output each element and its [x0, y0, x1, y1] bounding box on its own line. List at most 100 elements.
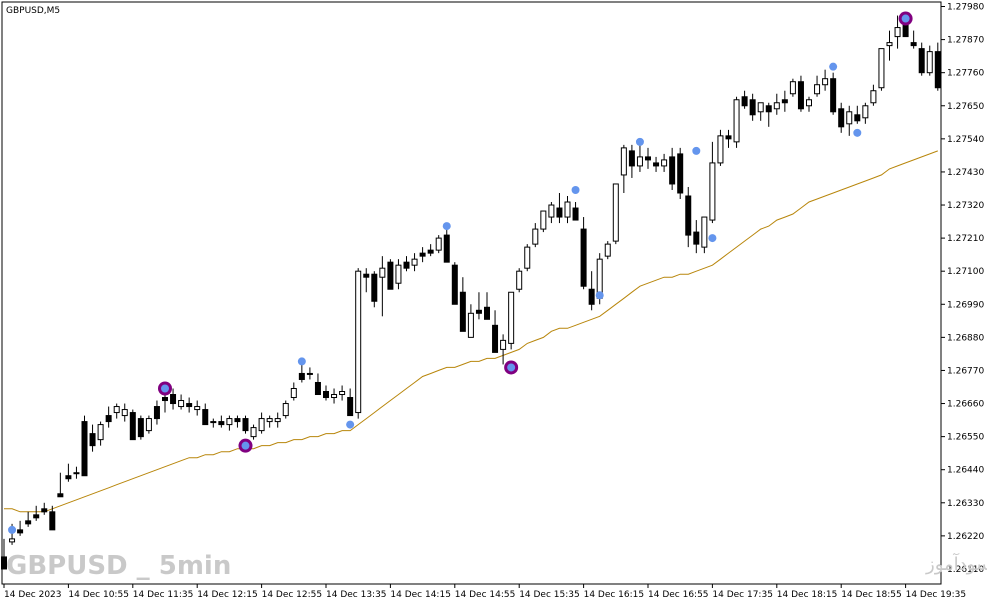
candle-body-bear: [25, 520, 32, 525]
candle-body-bull: [113, 406, 120, 414]
candle-body-bear: [170, 394, 177, 405]
candle-body-bull: [258, 418, 265, 432]
signal-dot: [692, 146, 701, 155]
time-tick-label: 14 Dec 13:35: [326, 590, 387, 600]
candle-body-bear: [765, 105, 772, 113]
price-tick-label: 1.26550: [947, 433, 984, 443]
time-tick-label: 14 Dec 18:15: [777, 590, 838, 600]
signal-dot: [241, 441, 250, 450]
time-tick-label: 14 Dec 11:35: [133, 590, 194, 600]
candle: [242, 415, 249, 434]
price-tick-label: 1.27980: [947, 3, 984, 13]
watermark-left: GBPUSD _ 5min: [6, 551, 231, 581]
time-tick-label: 14 Dec 16:15: [584, 590, 645, 600]
candle: [282, 400, 289, 419]
candle: [604, 241, 611, 260]
candle-body-bull: [604, 243, 611, 257]
time-tick-label: 14 Dec 19:35: [906, 590, 967, 600]
candle-body-bear: [677, 153, 684, 194]
signal-dot: [901, 14, 910, 23]
candle-body-bull: [661, 159, 668, 167]
candle-body-bull: [9, 538, 16, 543]
candle-body-bear: [725, 135, 732, 140]
signal-dot: [507, 363, 516, 372]
signal-marker: [346, 420, 355, 429]
candle-body-bull: [73, 472, 80, 475]
candle-body-bull: [339, 391, 346, 396]
candle-body-bull: [411, 258, 418, 266]
candle-body-bear: [797, 81, 804, 110]
time-tick-label: 14 Dec 12:15: [197, 590, 258, 600]
candle-body-bear: [475, 309, 482, 314]
candle: [516, 268, 523, 293]
time-tick-label: 14 Dec 15:35: [519, 590, 580, 600]
candle: [129, 409, 136, 441]
candle: [789, 78, 796, 97]
candle-body-bear: [443, 234, 450, 263]
candle-body-bull: [467, 312, 474, 338]
candle-body-bull: [500, 339, 507, 350]
time-tick-label: 14 Dec 2023: [4, 590, 62, 600]
candle: [733, 96, 740, 148]
price-tick-label: 1.27320: [947, 201, 984, 211]
candle-body-bear: [105, 415, 112, 423]
candle-body-bull: [379, 267, 386, 278]
candle-body-bear: [387, 261, 394, 290]
candle-body-bull: [435, 237, 442, 251]
price-tick-label: 1.26660: [947, 400, 984, 410]
signal-dot: [571, 185, 580, 194]
symbol-title: GBPUSD,M5: [6, 6, 60, 16]
time-axis: 14 Dec 2023 14 Dec 10:55 14 Dec 11:35 14 De…: [3, 584, 967, 600]
candle-body-bull: [612, 183, 619, 242]
candle-body-bull: [636, 156, 643, 167]
signal-marker: [708, 234, 717, 243]
signal-marker: [692, 146, 701, 155]
time-tick-label: 14 Dec 18:55: [841, 590, 902, 600]
candle: [540, 210, 547, 233]
candle-body-bull: [194, 406, 201, 411]
candle-body-bear: [371, 273, 378, 302]
candle: [830, 72, 837, 115]
candle-body-bear: [33, 514, 40, 519]
signal-dot: [297, 357, 306, 366]
signal-marker: [297, 357, 306, 366]
price-tick-label: 1.27430: [947, 168, 984, 178]
candle-body-bear: [653, 162, 660, 167]
signal-marker: [238, 438, 253, 453]
candle-body-bull: [282, 403, 289, 417]
signal-dot: [708, 234, 717, 243]
price-chart[interactable]: 1.27980 1.27870 1.27760 1.27650 1.27540 1.274…: [0, 0, 987, 605]
candle: [355, 268, 362, 419]
signal-dot: [442, 222, 451, 231]
candle-body-bull: [733, 99, 740, 143]
candle-body-bear: [492, 324, 499, 353]
candle-body-bear: [234, 418, 241, 423]
price-tick-label: 1.27100: [947, 267, 984, 277]
candle-body-bull: [532, 228, 539, 245]
candle-body-bull: [121, 409, 128, 417]
candle-body-bear: [65, 475, 72, 480]
candle-body-bull: [822, 78, 829, 86]
price-axis: 1.27980 1.27870 1.27760 1.27650 1.27540 1.274…: [941, 3, 984, 575]
time-tick-label: 14 Dec 12:55: [262, 590, 323, 600]
signal-marker: [595, 291, 604, 300]
watermark-right: انتشار در سایت سودآموز: [925, 552, 987, 575]
candle-body-bull: [926, 51, 933, 74]
candle: [451, 262, 458, 305]
candle-body-bull: [773, 102, 780, 110]
candle-body-bear: [57, 493, 64, 498]
candle-body-bull: [564, 201, 571, 218]
candle-body-bear: [685, 195, 692, 236]
candle-body-bull: [878, 48, 885, 89]
candle-body-bear: [129, 412, 136, 441]
candle-body-bear: [669, 156, 676, 185]
price-tick-label: 1.27540: [947, 135, 984, 145]
price-tick-label: 1.26440: [947, 466, 984, 476]
time-tick-label: 14 Dec 14:55: [455, 590, 516, 600]
candle: [524, 244, 531, 272]
candle-body-bear: [830, 78, 837, 113]
signal-dot: [829, 62, 838, 71]
candle-body-bear: [580, 228, 587, 287]
candle: [878, 48, 885, 91]
price-tick-label: 1.27760: [947, 69, 984, 79]
